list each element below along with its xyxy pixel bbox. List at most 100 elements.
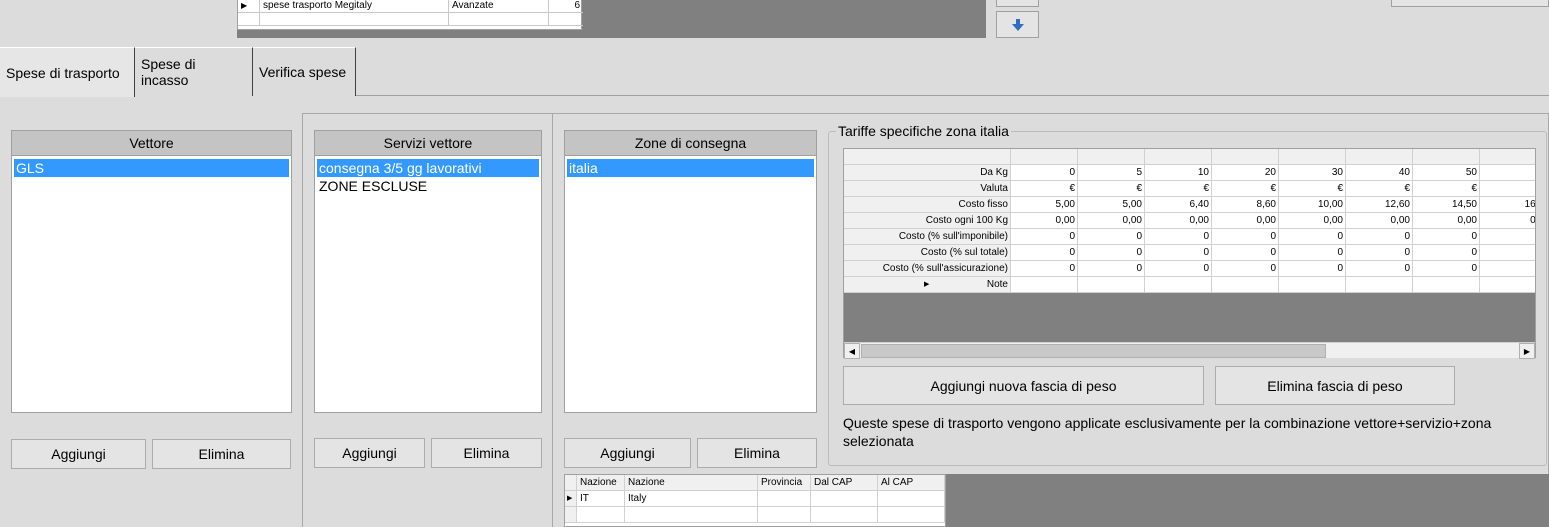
list-item[interactable]: ZONE ESCLUSE [317, 177, 539, 195]
tariff-cell[interactable]: 0 [1145, 261, 1212, 277]
table-row[interactable]: ▶ spese trasporto Megitaly Avanzate 6 [238, 0, 583, 13]
tariff-cell[interactable] [1145, 277, 1212, 293]
row-type[interactable]: Avanzate [449, 0, 549, 13]
tariff-cell[interactable]: 0 [1011, 245, 1078, 261]
tariff-cell[interactable]: 0 [1145, 245, 1212, 261]
tariff-cell[interactable]: 0,0 [1480, 213, 1535, 229]
tariff-cell[interactable]: 0 [1011, 165, 1078, 181]
zone-list[interactable]: Zone di consegna italia [564, 130, 817, 413]
tab-spese-di-incasso[interactable]: Spese di incasso [135, 47, 253, 96]
servizi-add-button[interactable]: Aggiungi [314, 438, 425, 468]
vettore-delete-button[interactable]: Elimina [152, 439, 291, 469]
tariff-cell[interactable] [1413, 277, 1480, 293]
tariff-cell[interactable]: 0 [1413, 229, 1480, 245]
tariff-cell[interactable] [1480, 261, 1535, 277]
list-item[interactable]: consegna 3/5 gg lavorativi [317, 159, 539, 177]
row-name[interactable]: spese trasporto Megitaly [260, 0, 449, 13]
tariff-cell[interactable]: 0 [1346, 245, 1413, 261]
tariff-cell[interactable]: € [1346, 181, 1413, 197]
tariffe-horizontal-scrollbar[interactable]: ◀ ▶ [844, 342, 1535, 359]
tariff-cell[interactable]: 0,00 [1346, 213, 1413, 229]
tariff-cell[interactable]: 0 [1078, 261, 1145, 277]
tariff-cell[interactable]: 30 [1279, 165, 1346, 181]
cell-nazione-code[interactable]: IT [577, 491, 625, 507]
tariff-cell[interactable]: 0 [1078, 229, 1145, 245]
tariff-cell[interactable]: 0 [1011, 261, 1078, 277]
tariff-cell[interactable] [1212, 277, 1279, 293]
tariff-cell[interactable]: 14,50 [1413, 197, 1480, 213]
servizi-delete-button[interactable]: Elimina [431, 438, 542, 468]
tariff-cell[interactable]: 0,00 [1011, 213, 1078, 229]
scroll-left-icon[interactable]: ◀ [844, 343, 860, 359]
table-row-empty[interactable] [565, 507, 945, 523]
spese-list-grid[interactable]: ▶ spese trasporto Megitaly Avanzate 6 [237, 0, 583, 30]
tariff-cell[interactable]: € [1078, 181, 1145, 197]
tariff-cell[interactable]: 10,00 [1279, 197, 1346, 213]
move-down-button[interactable] [996, 11, 1039, 38]
tariff-cell[interactable]: € [1145, 181, 1212, 197]
scrollbar-thumb[interactable] [861, 344, 1326, 358]
tariff-cell[interactable]: € [1212, 181, 1279, 197]
tariff-cell[interactable]: 0,00 [1212, 213, 1279, 229]
cell-provincia[interactable] [758, 491, 811, 507]
tariffe-grid[interactable]: Da Kg0510203040506Valuta€€€€€€€Costo fis… [843, 148, 1536, 358]
vettore-add-button[interactable]: Aggiungi [11, 439, 146, 469]
top-right-button[interactable] [1391, 0, 1549, 7]
cell-dal-cap[interactable] [811, 491, 878, 507]
tariff-cell[interactable]: 0 [1011, 229, 1078, 245]
tariff-cell[interactable]: 0 [1212, 261, 1279, 277]
column-header[interactable]: Dal CAP [811, 475, 878, 491]
table-row[interactable]: ▶ IT Italy [565, 491, 945, 507]
tariff-cell[interactable]: 0 [1078, 245, 1145, 261]
tariff-cell[interactable] [1078, 277, 1145, 293]
tariff-cell[interactable]: 0 [1212, 229, 1279, 245]
tariff-cell[interactable]: 0 [1279, 245, 1346, 261]
tariff-cell[interactable]: 0 [1346, 261, 1413, 277]
tariff-cell[interactable]: 40 [1346, 165, 1413, 181]
tariff-cell[interactable] [1279, 277, 1346, 293]
tariff-cell[interactable]: 12,60 [1346, 197, 1413, 213]
zone-add-button[interactable]: Aggiungi [564, 438, 691, 468]
tariff-cell[interactable]: 50 [1413, 165, 1480, 181]
tariff-cell[interactable]: 5,00 [1078, 197, 1145, 213]
servizi-list[interactable]: Servizi vettore consegna 3/5 gg lavorati… [314, 130, 542, 413]
tariff-cell[interactable]: 6,40 [1145, 197, 1212, 213]
tariff-cell[interactable]: 0 [1279, 261, 1346, 277]
column-header[interactable]: Nazione [625, 475, 758, 491]
column-header[interactable]: Provincia [758, 475, 811, 491]
cell-nazione-name[interactable]: Italy [625, 491, 758, 507]
column-header[interactable]: Al CAP [878, 475, 945, 491]
zone-delete-button[interactable]: Elimina [697, 438, 817, 468]
tariff-cell[interactable] [1011, 277, 1078, 293]
tariff-cell[interactable]: 16,0 [1480, 197, 1535, 213]
tariff-cell[interactable] [1480, 277, 1535, 293]
tariff-cell[interactable]: € [1011, 181, 1078, 197]
tariff-cell[interactable]: 0,00 [1078, 213, 1145, 229]
tariff-cell[interactable]: 0 [1145, 229, 1212, 245]
list-item[interactable]: italia [567, 159, 814, 177]
tariff-cell[interactable]: 0 [1413, 261, 1480, 277]
tariff-cell[interactable]: 0 [1346, 229, 1413, 245]
tariff-cell[interactable]: 0,00 [1413, 213, 1480, 229]
tariff-cell[interactable]: 0 [1413, 245, 1480, 261]
tariff-cell[interactable] [1480, 229, 1535, 245]
delete-weight-band-button[interactable]: Elimina fascia di peso [1215, 366, 1455, 405]
tariff-cell[interactable] [1480, 181, 1535, 197]
tariff-cell[interactable]: 0 [1212, 245, 1279, 261]
nazioni-grid[interactable]: Nazione Nazione Provincia Dal CAP Al CAP… [564, 474, 946, 527]
table-row-empty[interactable] [238, 13, 583, 26]
row-value[interactable]: 6 [549, 0, 583, 13]
cell-al-cap[interactable] [878, 491, 945, 507]
tab-spese-di-trasporto[interactable]: Spese di trasporto [0, 47, 135, 97]
tariff-cell[interactable] [1480, 245, 1535, 261]
scroll-right-icon[interactable]: ▶ [1519, 343, 1535, 359]
tariff-cell[interactable]: € [1413, 181, 1480, 197]
tariff-cell[interactable]: 0 [1279, 229, 1346, 245]
tariff-cell[interactable]: 6 [1480, 165, 1535, 181]
tariff-cell[interactable]: 8,60 [1212, 197, 1279, 213]
tariff-cell[interactable]: 5 [1078, 165, 1145, 181]
tariff-cell[interactable] [1346, 277, 1413, 293]
tariff-cell[interactable]: 20 [1212, 165, 1279, 181]
add-weight-band-button[interactable]: Aggiungi nuova fascia di peso [843, 366, 1204, 405]
tariff-cell[interactable]: € [1279, 181, 1346, 197]
